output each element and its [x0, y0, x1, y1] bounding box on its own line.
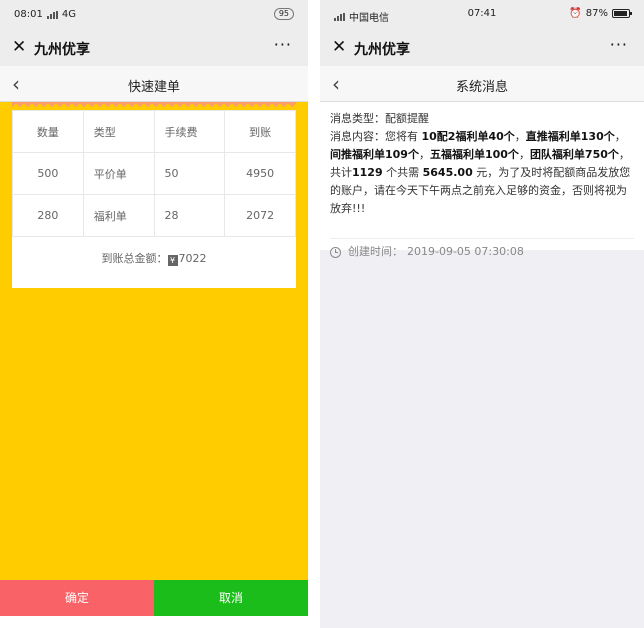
battery-percent: 87% [585, 8, 608, 19]
decorative-border [12, 102, 296, 110]
header-type: 类型 [82, 110, 155, 153]
header-received: 到账 [224, 110, 296, 153]
message-text: ， [514, 130, 526, 143]
cell-received: 4950 [224, 152, 296, 195]
header-fee: 手续费 [153, 110, 226, 153]
message-text: 个共需 [382, 166, 423, 179]
cell-type: 福利单 [82, 194, 155, 237]
total-amount-row: 到账总金额： ¥7022 [12, 237, 296, 281]
message-content: 消息内容：您将有 10配2福利单40个，直推福利单130个，间推福利单109个，… [330, 128, 634, 236]
message-type-value: 配额提醒 [385, 112, 429, 125]
table-row: 280 福利单 28 2072 [12, 194, 296, 237]
signal-icon [46, 10, 58, 19]
more-icon[interactable]: ··· [610, 35, 628, 54]
message-highlight: 1129 [352, 166, 383, 179]
battery-badge: 95 [273, 8, 294, 20]
battery-icon [612, 9, 632, 18]
message-text: ， [418, 148, 430, 161]
page-nav-bar: ‹ 快速建单 [0, 66, 308, 102]
order-table: 数量 类型 手续费 到账 500 平价单 50 4950 280 福利单 28 … [12, 110, 296, 237]
message-highlight: 直推福利单130个 [525, 130, 615, 143]
message-text: ， [518, 148, 530, 161]
status-bar: 08:01 4G 95 [0, 0, 308, 30]
close-icon[interactable]: ✕ [12, 37, 26, 57]
created-time-value: 2019-09-05 07:30:08 [407, 245, 524, 258]
coin-icon: ¥ [167, 255, 178, 266]
alarm-icon: ⏰ [569, 8, 582, 19]
message-card: 消息类型：配额提醒 消息内容：您将有 10配2福利单40个，直推福利单130个，… [320, 102, 644, 258]
cancel-button[interactable]: 取消 [154, 580, 308, 616]
app-title: 九州优享 [34, 42, 90, 58]
message-highlight: 间推福利单109个 [330, 148, 419, 161]
table-header-row: 数量 类型 手续费 到账 [12, 110, 296, 153]
order-summary-card: 数量 类型 手续费 到账 500 平价单 50 4950 280 福利单 28 … [12, 110, 296, 288]
page-title: 系统消息 [455, 80, 508, 95]
total-value: 7022 [178, 252, 207, 265]
close-icon[interactable]: ✕ [332, 37, 346, 57]
bottom-strip [0, 616, 308, 628]
cell-quantity: 500 [12, 152, 84, 195]
cell-received: 2072 [224, 194, 296, 237]
header-quantity: 数量 [12, 110, 84, 153]
page-title: 快速建单 [127, 80, 180, 95]
page-nav-bar: ‹ 系统消息 [320, 66, 644, 102]
clock-icon [330, 246, 341, 258]
message-content-label: 消息内容： [330, 130, 385, 143]
message-type-label: 消息类型： [330, 112, 385, 125]
total-label: 到账总金额： [101, 252, 168, 265]
message-text: ， [614, 130, 626, 143]
action-bar: 确定 取消 [0, 580, 308, 616]
table-row: 500 平价单 50 4950 [12, 152, 296, 195]
cell-type: 平价单 [82, 152, 155, 195]
cell-fee: 50 [153, 152, 226, 195]
right-phone-screen: 中国电信 07:41 ⏰ 87% ✕ 九州优享 ··· ‹ 系统消息 消息类型：… [320, 0, 644, 628]
message-highlight: 五福福利单100个 [429, 148, 519, 161]
message-highlight: 团队福利单750个 [529, 148, 619, 161]
message-text: 您将有 [385, 130, 422, 143]
message-highlight: 5645.00 [422, 166, 473, 179]
cell-quantity: 280 [12, 194, 84, 237]
order-area: 数量 类型 手续费 到账 500 平价单 50 4950 280 福利单 28 … [0, 102, 308, 582]
network-label: 4G [61, 9, 76, 20]
message-highlight: 10配2福利单40个 [421, 130, 515, 143]
app-title: 九州优享 [354, 42, 410, 58]
message-type-row: 消息类型：配额提醒 [330, 110, 634, 128]
confirm-button[interactable]: 确定 [0, 580, 154, 616]
status-time: 08:01 [14, 9, 43, 20]
app-title-bar: ✕ 九州优享 ··· [0, 30, 308, 66]
created-time-label: 创建时间： [348, 245, 403, 258]
more-icon[interactable]: ··· [274, 35, 292, 54]
created-time-row: 创建时间： 2019-09-05 07:30:08 [330, 239, 634, 265]
app-title-bar: ✕ 九州优享 ··· [320, 30, 644, 66]
cell-fee: 28 [153, 194, 226, 237]
status-bar: 中国电信 07:41 ⏰ 87% [320, 0, 644, 30]
left-phone-screen: 08:01 4G 95 ✕ 九州优享 ··· ‹ 快速建单 数量 类型 手续费 [0, 0, 308, 628]
